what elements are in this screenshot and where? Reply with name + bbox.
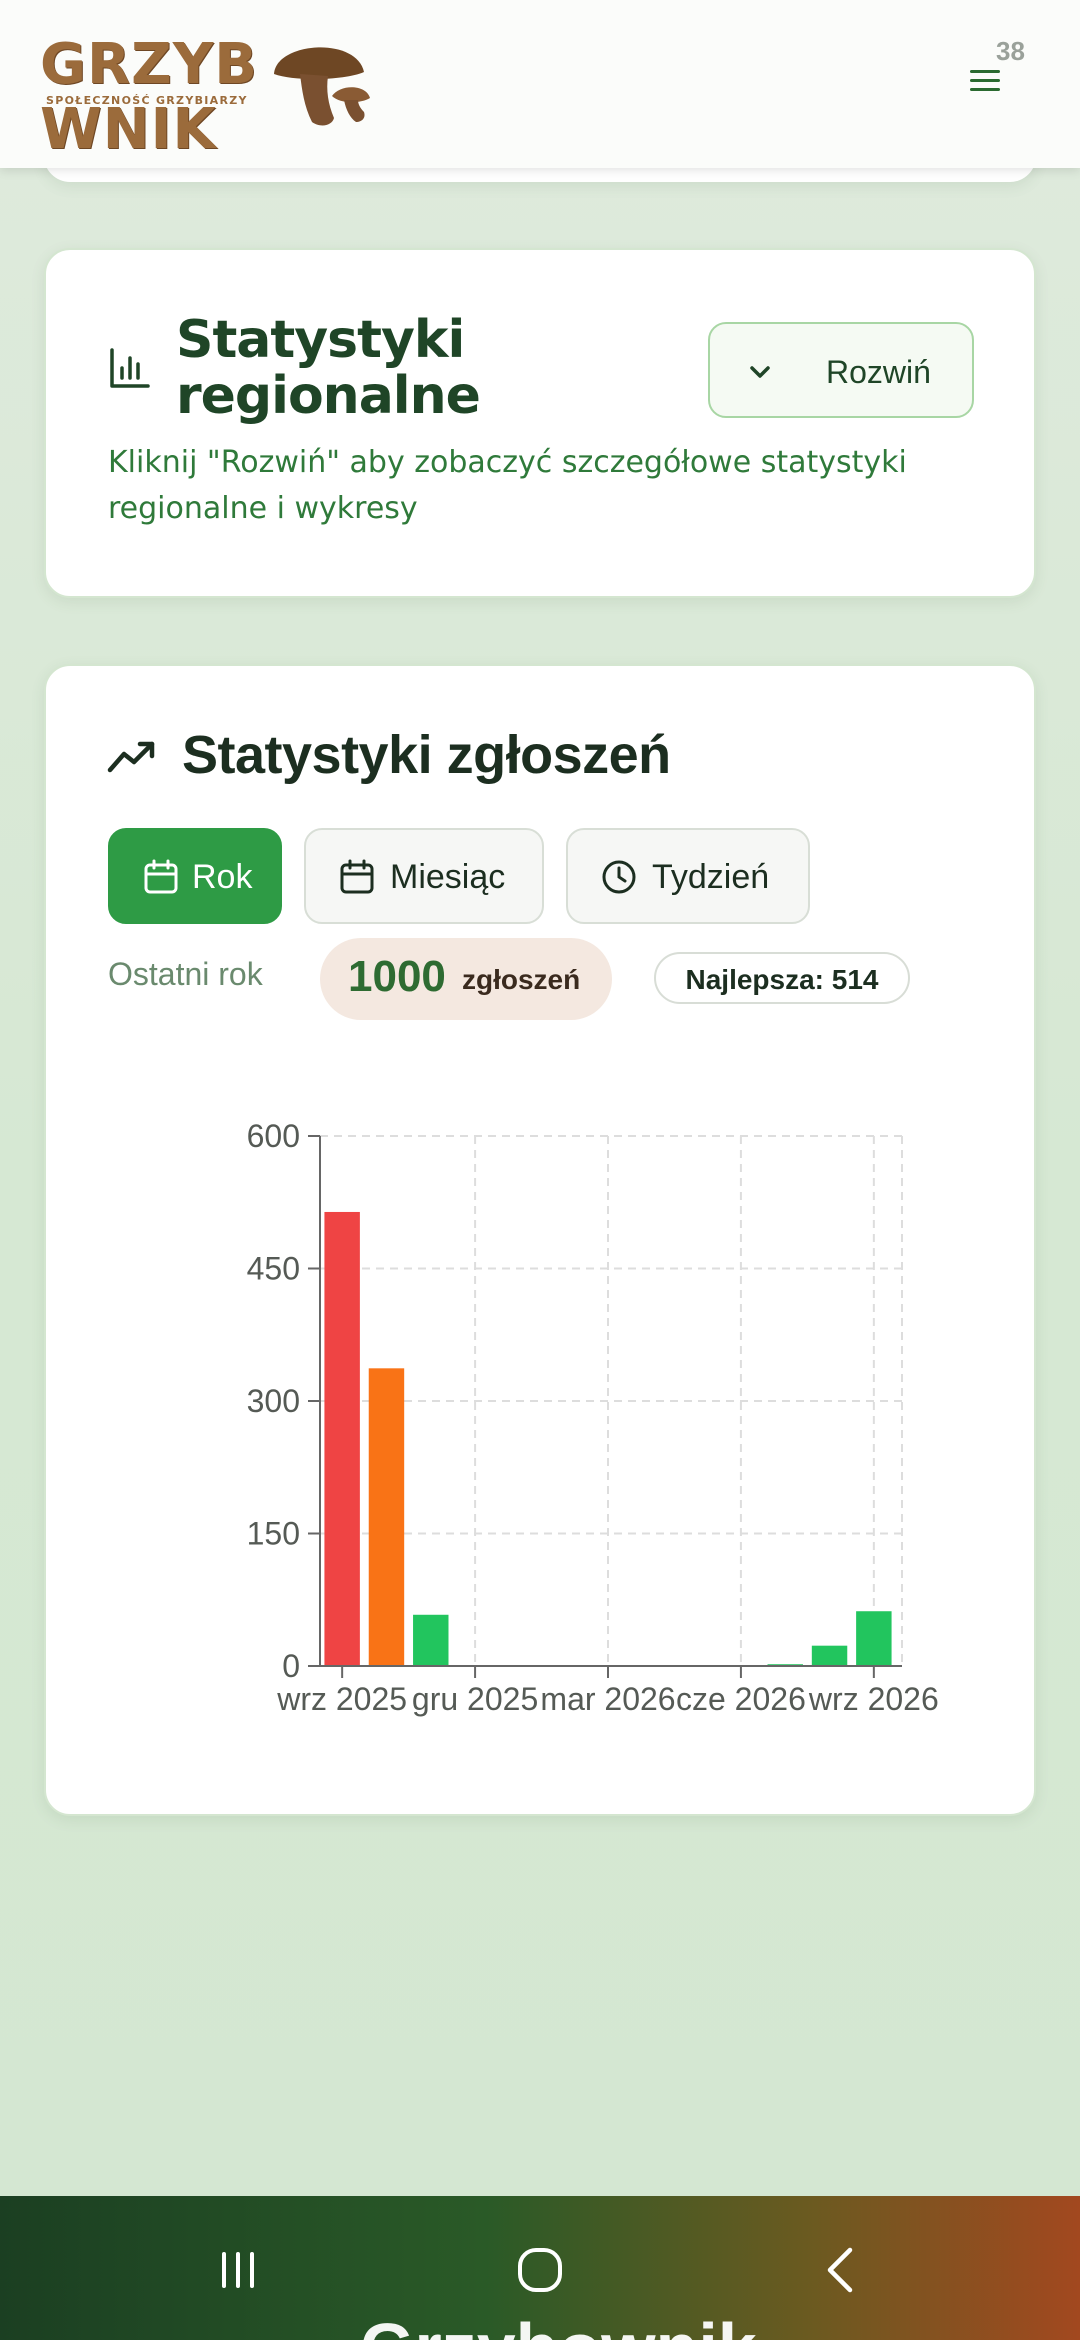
bar-chart-icon [110, 348, 150, 388]
chart-x-tick-label: cze 2026 [676, 1681, 806, 1717]
chart-y-tick-label: 300 [247, 1383, 300, 1419]
mushroom-icon [274, 47, 370, 126]
recents-icon[interactable] [208, 2240, 268, 2300]
chart-bar [811, 1645, 848, 1666]
chart-bar [368, 1368, 405, 1666]
chart-y-tick-label: 600 [247, 1118, 300, 1154]
system-navigation-bar: Grzybownik [0, 2196, 1080, 2340]
regional-stats-card: Statystyki regionalne Rozwiń Kliknij "Ro… [44, 248, 1036, 598]
notification-count: 38 [996, 36, 1025, 66]
back-icon[interactable] [812, 2240, 872, 2300]
chevron-down-icon [750, 366, 770, 378]
expand-button-label: Rozwiń [826, 354, 931, 390]
submission-stats-card: Statystyki zgłoszeń Rok Miesiąc Tydzień … [44, 664, 1036, 1816]
chart-bar [324, 1211, 360, 1666]
logo-subtitle: SPOŁECZNOŚĆ GRZYBIARZY [46, 94, 248, 107]
chart-x-tick-label: wrz 2025 [276, 1681, 407, 1717]
submissions-bar-chart: 0 150 300 450 600 wrz 2025 gru 2025 mar 2026 cze… [247, 1118, 939, 1717]
app-title-peek: Grzybownik [360, 2308, 757, 2340]
chart-x-tick-label: gru 2025 [412, 1681, 538, 1717]
regional-stats-title: Statystyki regionalne [176, 310, 481, 426]
app-header: GRZYBWNIK SPOŁECZNOŚĆ GRZYBIARZY 38 [0, 0, 1080, 168]
expand-button[interactable]: Rozwiń [708, 322, 974, 418]
chart-x-tick-label: mar 2026 [540, 1681, 675, 1717]
regional-stats-description: Kliknij "Rozwiń" aby zobaczyć szczegółow… [108, 445, 907, 526]
chart-x-tick-label: wrz 2026 [808, 1681, 939, 1717]
chart-bar [413, 1614, 449, 1666]
chart-y-tick-label: 0 [282, 1648, 300, 1684]
hamburger-icon[interactable] [968, 66, 1004, 96]
chart-bar [856, 1611, 892, 1666]
home-icon[interactable] [510, 2240, 570, 2300]
chart-y-tick-label: 450 [247, 1251, 300, 1287]
app-logo[interactable]: GRZYBWNIK SPOŁECZNOŚĆ GRZYBIARZY [40, 32, 480, 162]
chart-y-tick-label: 150 [247, 1516, 300, 1552]
